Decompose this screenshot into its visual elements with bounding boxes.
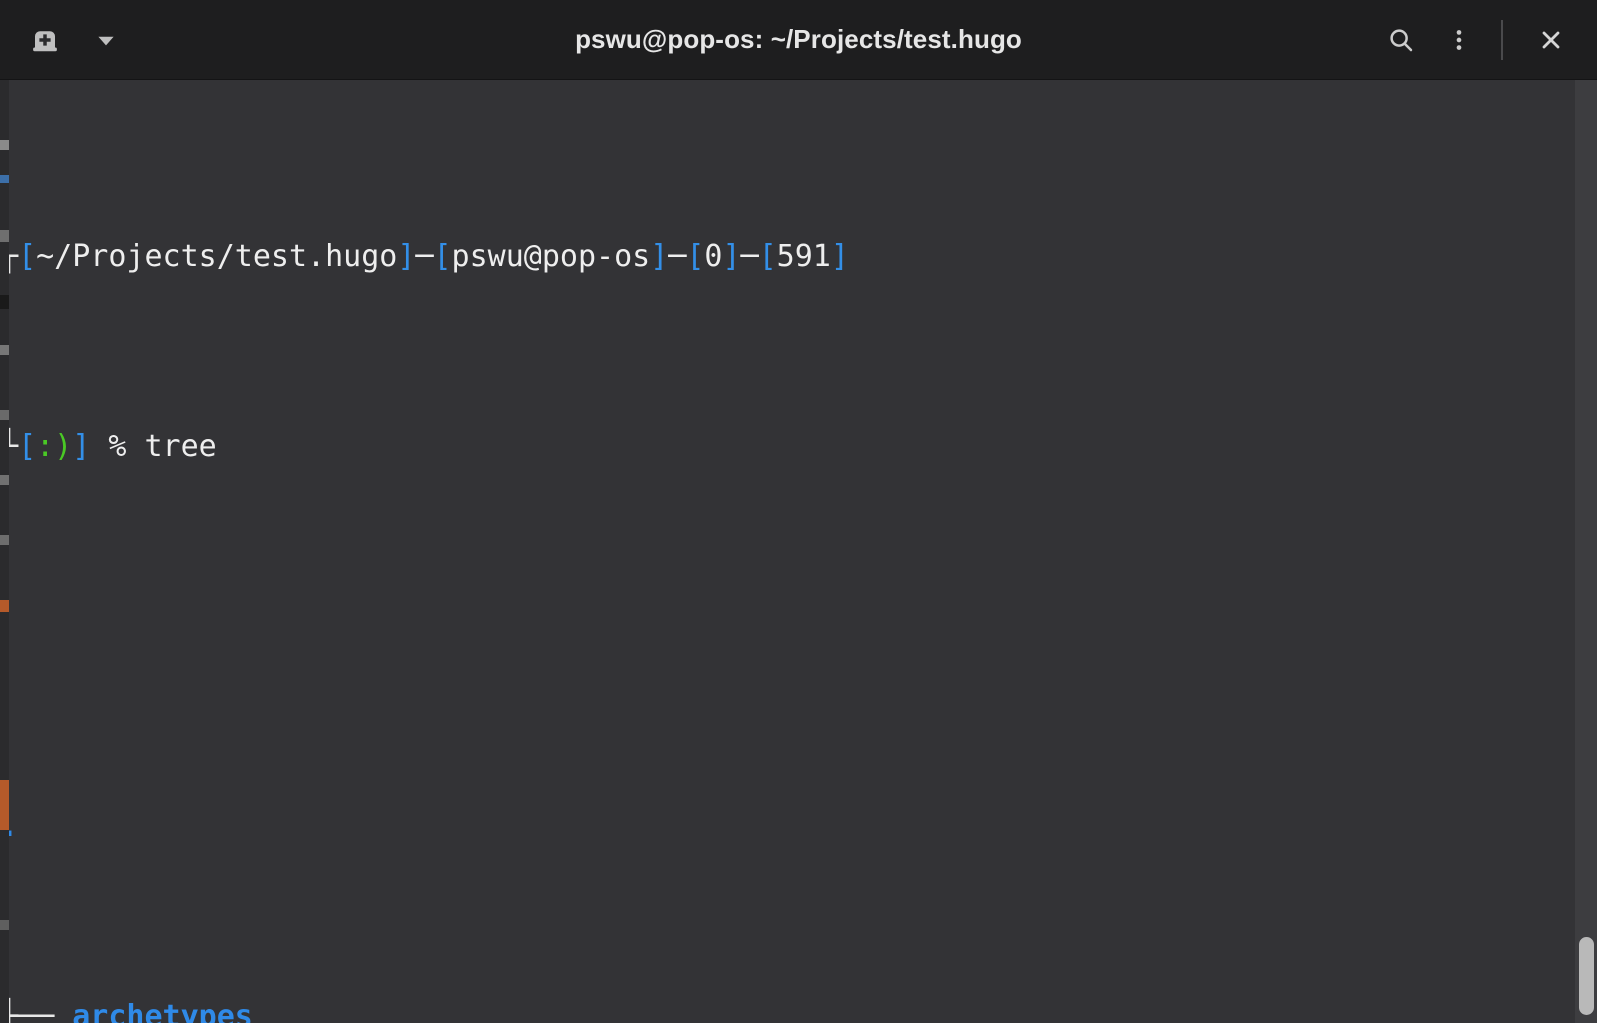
close-button[interactable]: [1525, 14, 1577, 66]
new-tab-button[interactable]: [22, 17, 68, 63]
prompt-path-1: ~/Projects/test.hugo: [36, 239, 398, 274]
terminal-window: pswu@pop-os: ~/Projects/test.hugo ┌[~/Pr…: [0, 0, 1597, 1023]
command-input: tree: [144, 429, 217, 464]
chevron-down-icon: [98, 36, 114, 45]
kebab-menu-icon: [1456, 29, 1462, 50]
titlebar-separator: [1501, 19, 1503, 60]
titlebar-right-controls: [1375, 14, 1583, 66]
scrollbar-thumb[interactable]: [1579, 937, 1594, 1015]
prompt-line-top-1: ┌[~/Projects/test.hugo]─[pswu@pop-os]─[0…: [0, 239, 849, 274]
prompt-line-bottom-1: └[:)] % tree: [0, 429, 217, 464]
prompt-dash-1a: ─: [415, 239, 434, 274]
new-tab-dropdown-button[interactable]: [86, 17, 126, 63]
search-icon: [1390, 28, 1413, 51]
prompt-userhost-1: pswu@pop-os: [451, 239, 651, 274]
tree-entry: ├── archetypes: [0, 998, 1567, 1023]
terminal-body[interactable]: ┌[~/Projects/test.hugo]─[pswu@pop-os]─[0…: [0, 80, 1597, 1023]
tree-root: .: [0, 808, 1567, 846]
terminal-screen: ┌[~/Projects/test.hugo]─[pswu@pop-os]─[0…: [0, 86, 1567, 1023]
titlebar-left-controls: [22, 17, 126, 63]
close-icon: [1542, 31, 1560, 48]
prompt-symbol-1: %: [108, 429, 127, 464]
prompt-smiley-1: :): [36, 429, 73, 464]
prompt-histnum-1: 591: [776, 239, 831, 274]
search-button[interactable]: [1375, 14, 1427, 66]
prompt-dash-1c: ─: [740, 239, 759, 274]
page-title: pswu@pop-os: ~/Projects/test.hugo: [575, 24, 1022, 54]
prompt-exit-1: 0: [704, 239, 723, 274]
scrollback-edge-strip: [0, 80, 9, 1023]
title-bar: pswu@pop-os: ~/Projects/test.hugo: [0, 0, 1597, 80]
scrollbar[interactable]: [1575, 80, 1597, 1023]
prompt-dash-1b: ─: [668, 239, 687, 274]
tree-entry-name: archetypes: [72, 999, 253, 1023]
menu-button[interactable]: [1433, 14, 1485, 66]
new-tab-icon: [33, 30, 57, 51]
